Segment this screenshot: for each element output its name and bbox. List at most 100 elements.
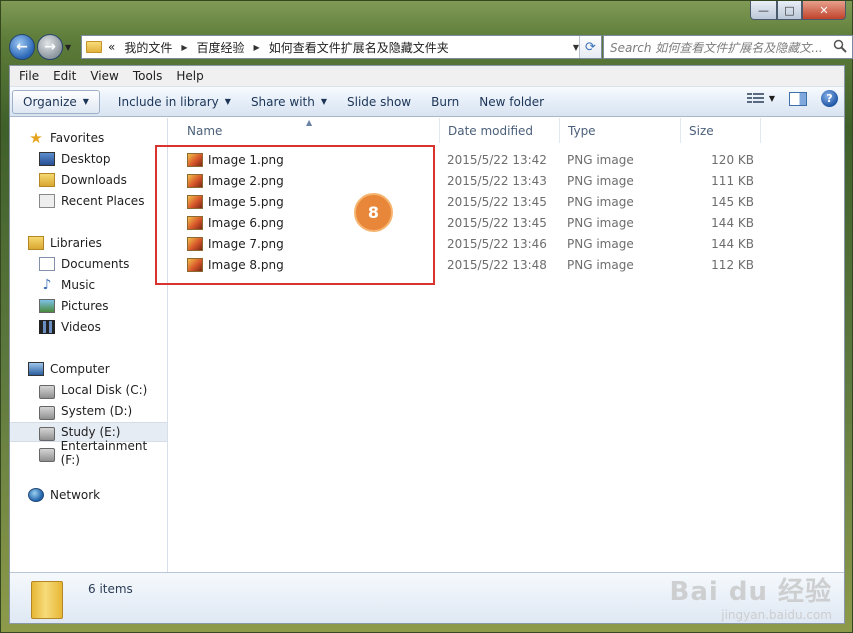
- nav-computer[interactable]: Computer: [28, 359, 167, 379]
- music-note-icon: ♪: [42, 277, 52, 293]
- step-number-badge: 8: [354, 193, 393, 232]
- column-size[interactable]: Size: [681, 118, 761, 143]
- menu-bar: File Edit View Tools Help: [10, 66, 844, 87]
- nav-local-disk-c[interactable]: Local Disk (C:): [39, 380, 167, 400]
- nav-label: Videos: [61, 320, 101, 334]
- share-with-label: Share with: [250, 94, 315, 109]
- search-placeholder: Search 如何查看文件扩展名及隐藏文...: [610, 40, 823, 55]
- folder-icon: [86, 41, 102, 53]
- file-name: Image 7.png: [208, 236, 284, 251]
- file-date: 2015/5/22 13:42: [447, 152, 547, 167]
- minimize-button[interactable]: —: [750, 1, 777, 20]
- nav-libraries[interactable]: Libraries: [28, 233, 167, 253]
- nav-label: Desktop: [61, 152, 111, 166]
- network-globe-icon: [28, 488, 44, 502]
- file-type: PNG image: [567, 194, 634, 209]
- nav-pictures[interactable]: Pictures: [39, 296, 167, 316]
- navigation-pane: ★ Favorites Desktop Downloads Recent Pla…: [10, 118, 168, 573]
- file-row[interactable]: Image 5.png 2015/5/22 13:45 PNG image 14…: [169, 191, 846, 212]
- column-type[interactable]: Type: [560, 118, 681, 143]
- breadcrumb-separator-icon[interactable]: ▶: [181, 43, 187, 52]
- address-bar[interactable]: « 我的文件 ▶ 百度经验 ▶ 如何查看文件扩展名及隐藏文件夹 ▼ ⟳: [81, 35, 602, 59]
- breadcrumb-baidu-jingyan[interactable]: 百度经验: [197, 39, 245, 56]
- nav-label: Music: [61, 278, 96, 292]
- menu-tools[interactable]: Tools: [126, 69, 170, 83]
- file-name-cell: Image 5.png: [187, 191, 284, 212]
- sort-ascending-icon: ▲: [306, 118, 313, 127]
- file-name: Image 6.png: [208, 215, 284, 230]
- file-name: Image 8.png: [208, 257, 284, 272]
- png-image-icon: [187, 152, 203, 167]
- file-row[interactable]: Image 7.png 2015/5/22 13:46 PNG image 14…: [169, 233, 846, 254]
- new-folder-button[interactable]: New folder: [469, 90, 554, 114]
- nav-recent-places[interactable]: Recent Places: [39, 191, 167, 211]
- drive-icon: [39, 448, 55, 462]
- column-date-modified[interactable]: Date modified: [440, 118, 560, 143]
- nav-network[interactable]: Network: [28, 485, 167, 505]
- nav-label: Computer: [50, 362, 110, 376]
- file-size: 145 KB: [711, 194, 754, 209]
- search-box[interactable]: Search 如何查看文件扩展名及隐藏文...: [603, 35, 853, 59]
- watermark-brand: Bai du 经验: [669, 577, 832, 607]
- file-name: Image 5.png: [208, 194, 284, 209]
- file-row[interactable]: Image 2.png 2015/5/22 13:43 PNG image 11…: [169, 170, 846, 191]
- search-icon[interactable]: [833, 39, 847, 53]
- nav-music[interactable]: ♪ Music: [39, 275, 167, 295]
- file-size: 111 KB: [711, 173, 754, 188]
- refresh-button[interactable]: ⟳: [579, 36, 601, 58]
- forward-button[interactable]: →: [37, 34, 63, 60]
- breadcrumb-my-files[interactable]: 我的文件: [124, 39, 172, 56]
- nav-label: Network: [50, 488, 101, 502]
- file-row[interactable]: Image 1.png 2015/5/22 13:42 PNG image 12…: [169, 149, 846, 170]
- nav-entertainment-f[interactable]: Entertainment (F:): [39, 439, 167, 467]
- change-view-button[interactable]: ▼: [746, 92, 775, 105]
- column-headers: Name ▲ Date modified Type Size: [169, 118, 844, 143]
- caption-buttons: — □ ✕: [750, 1, 846, 20]
- star-icon: ★: [29, 129, 43, 147]
- nav-system-d[interactable]: System (D:): [39, 401, 167, 421]
- libraries-icon: [28, 236, 44, 250]
- png-image-icon: [187, 257, 203, 272]
- file-date: 2015/5/22 13:45: [447, 194, 547, 209]
- nav-label: Study (E:): [61, 425, 121, 439]
- nav-downloads[interactable]: Downloads: [39, 170, 167, 190]
- file-type: PNG image: [567, 236, 634, 251]
- file-name-cell: Image 7.png: [187, 233, 284, 254]
- help-icon[interactable]: ?: [821, 90, 838, 107]
- menu-file[interactable]: File: [12, 69, 46, 83]
- menu-view[interactable]: View: [83, 69, 125, 83]
- png-image-icon: [187, 173, 203, 188]
- file-row[interactable]: Image 8.png 2015/5/22 13:48 PNG image 11…: [169, 254, 846, 275]
- back-button[interactable]: ←: [9, 34, 35, 60]
- menu-edit[interactable]: Edit: [46, 69, 83, 83]
- nav-desktop[interactable]: Desktop: [39, 149, 167, 169]
- address-overflow[interactable]: «: [108, 40, 115, 54]
- nav-label: Libraries: [50, 236, 102, 250]
- nav-videos[interactable]: Videos: [39, 317, 167, 337]
- slide-show-button[interactable]: Slide show: [337, 90, 421, 114]
- organize-button[interactable]: Organize ▼: [12, 89, 100, 114]
- nav-documents[interactable]: Documents: [39, 254, 167, 274]
- documents-icon: [39, 257, 55, 271]
- maximize-button[interactable]: □: [777, 1, 802, 20]
- file-row[interactable]: Image 6.png 2015/5/22 13:45 PNG image 14…: [169, 212, 846, 233]
- chevron-down-icon: ▼: [320, 97, 327, 106]
- file-type: PNG image: [567, 152, 634, 167]
- nav-favorites[interactable]: ★ Favorites: [28, 128, 167, 148]
- file-name: Image 1.png: [208, 152, 284, 167]
- breadcrumb-separator-icon[interactable]: ▶: [254, 43, 260, 52]
- preview-pane-icon[interactable]: [789, 91, 807, 106]
- menu-help[interactable]: Help: [169, 69, 210, 83]
- explorer-window: — □ ✕ ← → ▼ « 我的文件 ▶ 百度经验 ▶ 如何查看文件扩展名及隐藏…: [0, 0, 853, 633]
- breadcrumb-current-folder[interactable]: 如何查看文件扩展名及隐藏文件夹: [269, 39, 449, 56]
- nav-label: Local Disk (C:): [61, 383, 148, 397]
- explorer-pane: File Edit View Tools Help Organize ▼ Inc…: [9, 65, 845, 624]
- file-size: 144 KB: [711, 236, 754, 251]
- downloads-icon: [39, 173, 55, 187]
- share-with-button[interactable]: Share with ▼: [241, 90, 337, 114]
- burn-button[interactable]: Burn: [421, 90, 469, 114]
- chevron-down-icon: ▼: [768, 94, 775, 103]
- recent-pages-dropdown[interactable]: ▼: [65, 43, 75, 52]
- close-button[interactable]: ✕: [802, 1, 846, 20]
- include-in-library-button[interactable]: Include in library ▼: [108, 90, 241, 114]
